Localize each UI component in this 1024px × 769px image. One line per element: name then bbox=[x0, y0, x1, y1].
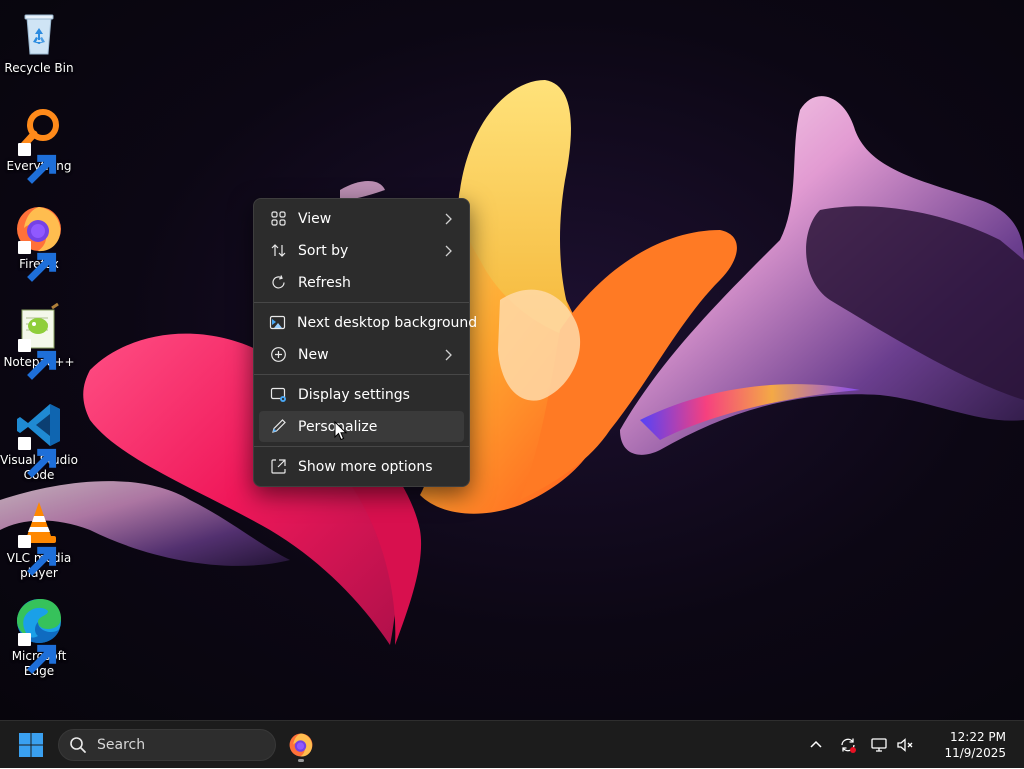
desktop-icon-label: Recycle Bin bbox=[4, 61, 74, 75]
refresh-icon bbox=[269, 274, 287, 292]
shortcut-arrow-icon bbox=[18, 241, 57, 282]
volume-muted-icon bbox=[897, 738, 913, 752]
search-icon bbox=[70, 737, 86, 753]
shortcut-arrow-icon bbox=[18, 437, 57, 478]
search-input[interactable] bbox=[95, 736, 259, 754]
running-indicator bbox=[298, 759, 304, 762]
edge-icon bbox=[14, 596, 64, 674]
menu-item-label: Refresh bbox=[298, 274, 351, 291]
desktop-icon-edge[interactable]: Microsoft Edge bbox=[0, 596, 78, 679]
desktop-icon-firefox[interactable]: Firefox bbox=[0, 204, 78, 282]
clock-date: 11/9/2025 bbox=[944, 746, 1006, 760]
windows-logo-icon bbox=[19, 733, 43, 757]
taskbar: 12:22 PM 11/9/2025 bbox=[0, 720, 1024, 768]
menu-item-display-settings[interactable]: Display settings bbox=[259, 379, 464, 410]
sync-alert-icon bbox=[841, 738, 856, 753]
shortcut-arrow-icon bbox=[18, 633, 57, 674]
firefox-icon bbox=[14, 204, 64, 282]
mouse-cursor-icon bbox=[334, 421, 348, 441]
vlc-icon bbox=[14, 498, 64, 576]
menu-item-view[interactable]: View bbox=[259, 203, 464, 234]
notepad-plus-plus-icon bbox=[14, 302, 64, 380]
menu-item-label: Show more options bbox=[298, 458, 433, 475]
menu-separator bbox=[254, 446, 469, 447]
menu-item-label: Next desktop background bbox=[297, 314, 478, 331]
clock-time: 12:22 PM bbox=[950, 730, 1006, 744]
chevron-right-icon bbox=[444, 245, 454, 257]
desktop-icon-recycle-bin[interactable]: Recycle Bin bbox=[0, 8, 78, 76]
system-tray: 12:22 PM 11/9/2025 bbox=[804, 721, 1024, 769]
next-background-icon bbox=[269, 314, 286, 332]
shortcut-arrow-icon bbox=[18, 143, 57, 184]
tray-network-button[interactable] bbox=[869, 735, 889, 755]
expand-icon bbox=[269, 458, 287, 476]
menu-item-new[interactable]: New bbox=[259, 339, 464, 370]
chevron-right-icon bbox=[444, 213, 454, 225]
menu-separator bbox=[254, 374, 469, 375]
show-hidden-icons-button[interactable] bbox=[806, 735, 826, 755]
chevron-right-icon bbox=[444, 349, 454, 361]
menu-item-refresh[interactable]: Refresh bbox=[259, 267, 464, 298]
desktop-icon-notepad-plus-plus[interactable]: Notepad++ bbox=[0, 302, 78, 380]
desktop-icon-everything[interactable]: Everything bbox=[0, 106, 78, 184]
shortcut-arrow-icon bbox=[18, 339, 57, 380]
everything-search-icon bbox=[14, 106, 64, 184]
tray-volume-button[interactable] bbox=[895, 735, 915, 755]
shortcut-arrow-icon bbox=[18, 535, 57, 576]
network-icon bbox=[871, 738, 887, 752]
desktop-context-menu: View Sort by Refresh Next desktop backgr… bbox=[253, 198, 477, 487]
menu-item-sort-by[interactable]: Sort by bbox=[259, 235, 464, 266]
firefox-icon bbox=[289, 733, 313, 757]
taskbar-clock[interactable]: 12:22 PM 11/9/2025 bbox=[944, 729, 1006, 761]
desktop-icon-vlc[interactable]: VLC media player bbox=[0, 498, 78, 581]
menu-item-label: Personalize bbox=[298, 419, 464, 435]
recycle-bin-icon bbox=[14, 8, 64, 58]
menu-item-label: New bbox=[298, 346, 329, 363]
desktop-icon-vscode[interactable]: Visual Studio Code bbox=[0, 400, 78, 483]
menu-item-show-more-options[interactable]: Show more options bbox=[259, 451, 464, 482]
menu-item-next-desktop-background[interactable]: Next desktop background bbox=[259, 307, 477, 338]
menu-separator bbox=[254, 302, 469, 303]
tray-sync-button[interactable] bbox=[838, 735, 858, 755]
chevron-up-icon bbox=[810, 740, 822, 748]
grid-icon bbox=[269, 210, 287, 228]
start-button[interactable] bbox=[16, 730, 46, 760]
menu-item-label: Sort by bbox=[298, 242, 349, 259]
desktop[interactable]: Recycle Bin Everything Firefox Notepad++… bbox=[0, 0, 1024, 720]
vscode-icon bbox=[14, 400, 64, 478]
desktop-wallpaper bbox=[0, 80, 1024, 645]
taskbar-search-box[interactable] bbox=[58, 729, 276, 761]
plus-circle-icon bbox=[269, 346, 287, 364]
display-settings-icon bbox=[269, 386, 287, 404]
sort-arrows-icon bbox=[269, 242, 287, 260]
menu-item-label: View bbox=[298, 210, 332, 227]
pen-icon bbox=[269, 418, 287, 436]
menu-item-label: Display settings bbox=[298, 386, 410, 403]
menu-item-personalize[interactable]: Personalize bbox=[259, 411, 464, 442]
taskbar-app-firefox[interactable] bbox=[284, 727, 318, 763]
